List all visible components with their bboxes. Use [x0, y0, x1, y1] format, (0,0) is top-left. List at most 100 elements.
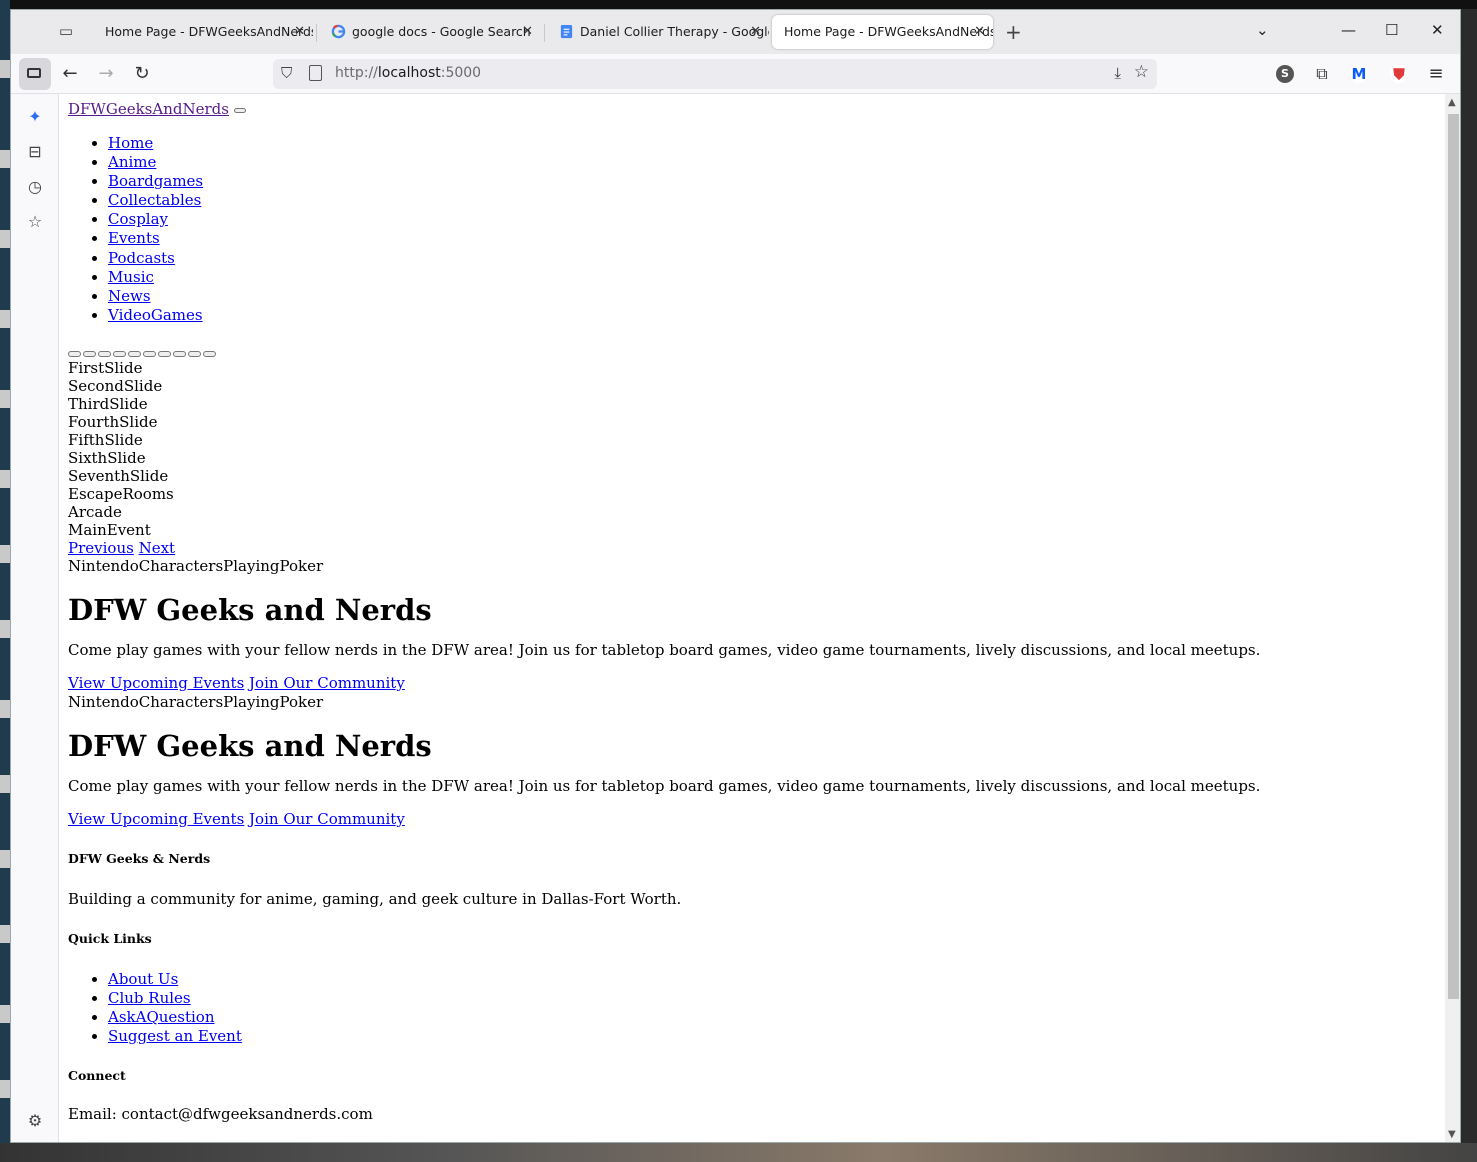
nav-link-collectables[interactable]: Collectables — [108, 191, 201, 209]
view-upcoming-events-link[interactable]: View Upcoming Events — [68, 810, 244, 828]
forward-arrow-icon[interactable]: → — [93, 62, 119, 86]
desktop-icon[interactable] — [0, 390, 10, 408]
view-upcoming-events-link[interactable]: View Upcoming Events — [68, 674, 244, 692]
new-tab-plus-icon[interactable]: + — [1005, 20, 1022, 44]
slide-alt-text: SeventhSlide — [68, 466, 169, 485]
slide-alt-text: SecondSlide — [68, 376, 163, 395]
close-icon[interactable]: ✕ — [522, 15, 533, 49]
main-nav-list: Home Anime Boardgames Collectables Cospl… — [68, 134, 1428, 325]
carousel-indicator[interactable] — [188, 350, 201, 357]
ublock-shield-icon[interactable]: ⛊ — [1390, 65, 1408, 83]
close-icon[interactable]: ✕ — [974, 15, 985, 49]
carousel-indicator[interactable] — [143, 350, 156, 357]
carousel-indicator[interactable] — [158, 350, 171, 357]
join-community-link[interactable]: Join Our Community — [249, 674, 405, 692]
nav-link-music[interactable]: Music — [108, 268, 154, 286]
scrollbar-thumb[interactable] — [1448, 114, 1459, 999]
carousel-indicator[interactable] — [68, 350, 81, 357]
close-icon[interactable]: ✕ — [750, 15, 761, 49]
carousel-next-link[interactable]: Next — [139, 539, 176, 557]
club-rules-link[interactable]: Club Rules — [108, 989, 191, 1007]
navbar-toggler-button[interactable] — [233, 107, 246, 113]
nav-link-boardgames[interactable]: Boardgames — [108, 172, 203, 190]
nav-link-news[interactable]: News — [108, 287, 151, 305]
scroll-up-arrow-icon[interactable]: ▲ — [1448, 97, 1456, 108]
desktop-icon[interactable] — [0, 925, 10, 943]
nav-link-cosplay[interactable]: Cosplay — [108, 210, 168, 228]
url-port: :5000 — [440, 65, 482, 81]
footer-about-text: Building a community for anime, gaming, … — [68, 889, 682, 908]
url-bar[interactable]: ⛉ http://localhost:5000 ⤓ ☆ — [273, 59, 1157, 89]
sidebar-toggle-button[interactable] — [19, 58, 51, 90]
desktop-icon[interactable] — [0, 60, 10, 78]
about-us-link[interactable]: About Us — [108, 970, 178, 988]
footer-links-heading: Quick Links — [68, 930, 152, 946]
carousel-indicator[interactable] — [173, 350, 186, 357]
back-arrow-icon[interactable]: ← — [57, 62, 83, 86]
save-to-pocket-icon[interactable]: ⤓ — [1114, 64, 1121, 82]
minimize-icon[interactable]: — — [1341, 21, 1356, 39]
close-icon[interactable]: ✕ — [294, 15, 305, 49]
reload-icon[interactable]: ↻ — [129, 62, 155, 86]
carousel-indicator[interactable] — [98, 350, 111, 357]
nav-link-anime[interactable]: Anime — [108, 153, 156, 171]
carousel-indicator[interactable] — [83, 350, 96, 357]
page-viewport: DFWGeeksAndNerds Home Anime Boardgames C… — [60, 94, 1445, 1142]
suggest-event-link[interactable]: Suggest an Event — [108, 1027, 242, 1045]
ai-sparkle-icon[interactable]: ✦ — [26, 108, 44, 126]
tab-title: Daniel Collier Therapy - Google — [580, 24, 769, 39]
desktop-icon[interactable] — [0, 775, 10, 793]
navbar-brand-row: DFWGeeksAndNerds — [68, 100, 1428, 124]
nav-item-cosplay: Cosplay — [108, 210, 1428, 229]
ask-a-question-link[interactable]: AskAQuestion — [108, 1008, 215, 1026]
desktop-icon[interactable] — [0, 620, 10, 638]
brand-link[interactable]: DFWGeeksAndNerds — [68, 100, 229, 118]
extensions-puzzle-icon[interactable]: ⧉ — [1309, 62, 1335, 86]
synced-tabs-icon[interactable]: ⊟ — [26, 143, 44, 161]
tracking-shield-icon[interactable]: ⛉ — [281, 64, 292, 82]
url-text[interactable]: http://localhost:5000 — [335, 65, 481, 81]
desktop-icon[interactable] — [0, 310, 10, 328]
maximize-icon[interactable]: ☐ — [1385, 21, 1398, 39]
tab-3[interactable]: Daniel Collier Therapy - Google ✕ — [547, 15, 769, 49]
desktop-icon[interactable] — [0, 150, 10, 168]
nav-link-podcasts[interactable]: Podcasts — [108, 249, 175, 267]
tab-overview-icon[interactable]: ▭ — [57, 22, 75, 40]
settings-gear-icon[interactable]: ⚙ — [26, 1112, 44, 1130]
nav-link-home[interactable]: Home — [108, 134, 153, 152]
scroll-down-arrow-icon[interactable]: ▼ — [1448, 1129, 1456, 1140]
tab-1[interactable]: Home Page - DFWGeeksAndNerds ✕ — [93, 15, 313, 49]
nav-link-videogames[interactable]: VideoGames — [108, 306, 203, 324]
tab-separator — [544, 24, 545, 42]
desktop-icon[interactable] — [0, 545, 10, 563]
footer-link-item: Club Rules — [108, 989, 1428, 1008]
desktop-icon[interactable] — [0, 230, 10, 248]
hamburger-menu-icon[interactable]: ≡ — [1423, 62, 1449, 86]
malwarebytes-icon[interactable]: M — [1350, 65, 1368, 83]
url-host: localhost — [377, 65, 441, 81]
join-community-link[interactable]: Join Our Community — [249, 810, 405, 828]
footer-links-list: About Us Club Rules AskAQuestion Suggest… — [68, 970, 1428, 1046]
carousel-prev-link[interactable]: Previous — [68, 539, 134, 557]
desktop-icon[interactable] — [0, 1005, 10, 1023]
history-clock-icon[interactable]: ◷ — [26, 178, 44, 196]
carousel-indicator[interactable] — [203, 350, 216, 357]
desktop-icon[interactable] — [0, 700, 10, 718]
carousel-indicator[interactable] — [113, 350, 126, 357]
tab-list-chevron-down-icon[interactable]: ⌄ — [1256, 21, 1269, 39]
desktop-icon[interactable] — [0, 850, 10, 868]
page-info-icon[interactable] — [309, 65, 322, 81]
bookmarks-star-icon[interactable]: ☆ — [26, 213, 44, 231]
page-scrollbar[interactable]: ▲ ▼ — [1445, 94, 1460, 1142]
bookmark-star-icon[interactable]: ☆ — [1134, 62, 1149, 82]
tab-4-active[interactable]: Home Page - DFWGeeksAndNerds ✕ — [772, 15, 993, 49]
nav-item-events: Events — [108, 229, 1428, 248]
account-avatar-icon[interactable]: S — [1276, 65, 1294, 83]
carousel-indicator[interactable] — [128, 350, 141, 357]
close-window-icon[interactable]: ✕ — [1431, 21, 1444, 39]
nav-item-podcasts: Podcasts — [108, 249, 1428, 268]
desktop-icon[interactable] — [0, 1080, 10, 1098]
nav-link-events[interactable]: Events — [108, 229, 160, 247]
desktop-icon[interactable] — [0, 470, 10, 488]
tab-2[interactable]: google docs - Google Search ✕ — [319, 15, 541, 49]
